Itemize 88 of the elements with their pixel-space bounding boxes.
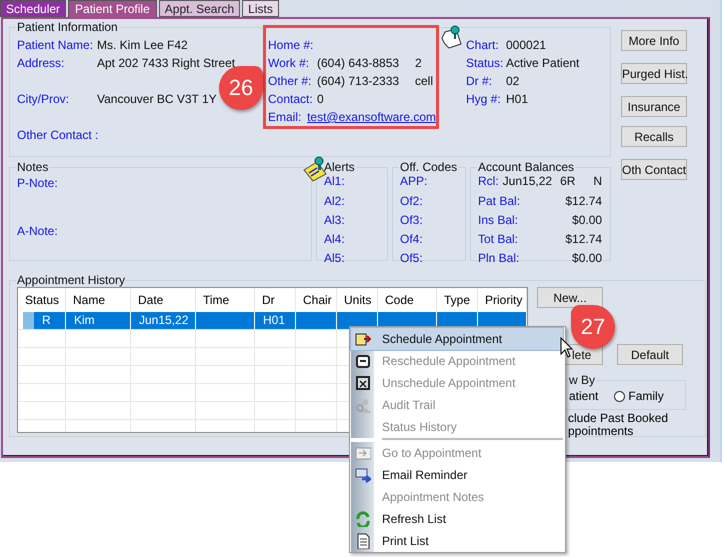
field-label: Rcl:: [478, 174, 499, 188]
note-pin-icon: [440, 24, 464, 50]
email-link[interactable]: test@exansoftware.com: [307, 110, 436, 124]
field-label: A-Note:: [17, 223, 59, 240]
field-label: Tot Bal:: [478, 231, 518, 248]
checkbox-label[interactable]: ppointments: [568, 425, 686, 438]
envelope-arrow-icon: [354, 467, 370, 483]
menu-item[interactable]: Refresh List: [351, 508, 563, 530]
radio-label[interactable]: atient: [569, 389, 598, 403]
tab[interactable]: Appt. Search: [158, 0, 240, 17]
field-label: Email:: [268, 110, 302, 124]
group-title: Off. Codes: [399, 160, 458, 174]
field-value: 02: [506, 74, 520, 88]
field-label: Of4:: [400, 231, 424, 248]
table-cell: H01: [255, 312, 296, 329]
side-button[interactable]: Recalls: [621, 126, 687, 147]
new-button[interactable]: New...: [537, 287, 603, 308]
field-value: Vancouver BC V3T 1Y: [97, 92, 217, 106]
recall-date: Jun15,22: [502, 174, 552, 188]
field-label: Address:: [17, 56, 66, 70]
field-value: Ms. Kim Lee F42: [97, 38, 188, 52]
field-label: Patient Name:: [17, 38, 94, 52]
field-value: Active Patient: [506, 56, 580, 70]
field-value: (604) 713-2333: [317, 74, 400, 88]
extension-value: 2: [415, 56, 422, 70]
checkbox-label[interactable]: clude Past Booked: [568, 412, 686, 425]
field-label: Al1:: [324, 174, 346, 188]
radio-button[interactable]: [614, 390, 626, 402]
balance-amount: $12.74: [565, 193, 602, 210]
recall-flag-label: N: [593, 174, 602, 188]
field-label: Of2:: [400, 193, 424, 210]
balance-amount: $0.00: [572, 212, 602, 229]
group-title: Account Balances: [477, 160, 576, 174]
table-cell: R: [18, 312, 66, 329]
balance-amount: $0.00: [572, 250, 602, 267]
field-label: Other #:: [268, 74, 312, 88]
refresh-icon: [354, 511, 370, 527]
field-label: P-Note:: [17, 175, 59, 192]
extension-value: cell: [415, 74, 434, 88]
tab[interactable]: Scheduler: [0, 0, 66, 17]
field-value: H01: [506, 92, 528, 106]
field-value: (604) 643-8853: [317, 56, 400, 70]
field-label: Dr #:: [466, 74, 494, 88]
field-label: Work #:: [268, 56, 310, 70]
field-label: City/Prov:: [17, 92, 70, 106]
field-label: Al3:: [324, 212, 346, 229]
side-button[interactable]: More Info: [621, 30, 687, 51]
field-label: Of3:: [400, 212, 424, 229]
field-label: Other Contact :: [17, 128, 97, 142]
field-label: Hyg #:: [466, 92, 502, 106]
table-cell: Jun15,22: [131, 312, 196, 329]
group-title: Patient Information: [16, 20, 119, 34]
field-label: Home #:: [268, 38, 314, 52]
tab[interactable]: Lists: [242, 0, 279, 17]
field-label: Pat Bal:: [478, 193, 520, 210]
field-label: Al4:: [324, 231, 346, 248]
field-label: Of5:: [400, 250, 424, 267]
menu-item[interactable]: Schedule Appointment: [351, 328, 563, 350]
person-icon: [354, 397, 370, 413]
table-cell: Kim: [66, 312, 131, 329]
group-title: w By: [568, 373, 596, 387]
side-button[interactable]: Insurance: [621, 96, 687, 117]
menu-item[interactable]: Print List: [351, 530, 563, 552]
field-label: Status:: [466, 56, 504, 70]
field-label: Pln Bal:: [478, 250, 520, 267]
field-label: Chart:: [466, 38, 500, 52]
field-label: APP:: [400, 174, 428, 188]
tab[interactable]: Patient Profile: [68, 0, 157, 18]
field-label: Al5:: [324, 250, 346, 267]
side-button[interactable]: Oth Contact: [621, 159, 687, 180]
group-title: Notes: [16, 160, 50, 174]
field-label: Contact:: [268, 92, 314, 106]
field-value: 0: [317, 92, 325, 106]
window-arrow-icon: [354, 445, 370, 461]
field-value: 000021: [506, 38, 546, 52]
group-title: Alerts: [323, 160, 356, 174]
calendar-arrow-icon: [354, 331, 370, 347]
radio-label[interactable]: Family: [628, 389, 664, 403]
default-button[interactable]: Default: [617, 344, 683, 365]
group-title: Appointment History: [16, 273, 126, 287]
document-icon: [354, 533, 370, 549]
menu-item[interactable]: Email Reminder: [351, 464, 563, 486]
balance-amount: $12.74: [565, 231, 602, 248]
side-button[interactable]: Purged Hist.: [621, 63, 687, 84]
field-label: Ins Bal:: [478, 212, 518, 229]
table-row[interactable]: R Kim Jun15,22 H01: [18, 312, 527, 330]
recall-interval: 6R: [560, 174, 576, 188]
field-label: Al2:: [324, 193, 346, 210]
